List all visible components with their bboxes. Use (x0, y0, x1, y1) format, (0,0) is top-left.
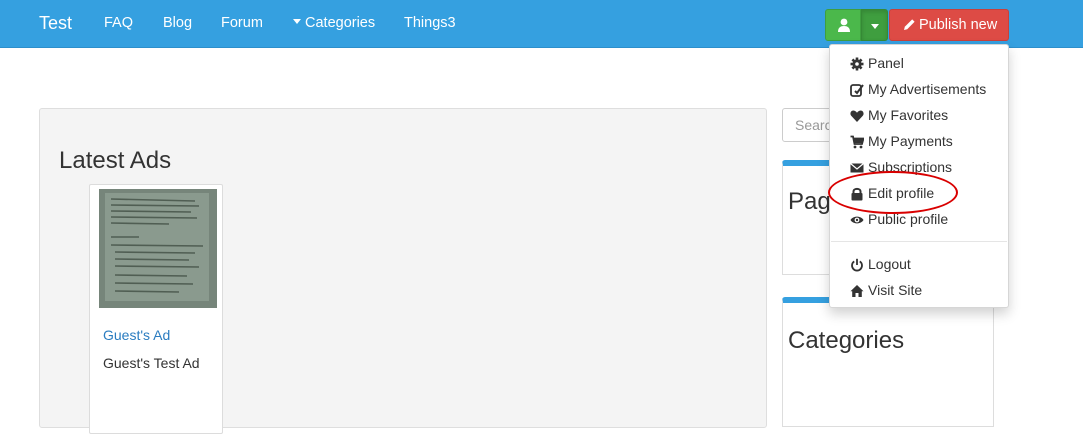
ad-title-link[interactable]: Guest's Ad (103, 327, 170, 343)
lock-icon (851, 187, 863, 201)
nav-link-faq[interactable]: FAQ (104, 15, 133, 31)
menu-item-my-payments-label: My Payments (868, 133, 953, 149)
categories-widget-title: Categories (788, 327, 905, 354)
menu-item-edit-profile[interactable]: Edit profile (850, 185, 934, 201)
nav-link-categories-label: Categories (305, 15, 376, 31)
latest-ads-heading: Latest Ads (59, 147, 172, 174)
pencil-icon (904, 19, 915, 30)
ad-thumbnail-image[interactable] (99, 189, 217, 308)
user-menu-toggle[interactable] (861, 9, 888, 41)
nav-link-categories[interactable]: Categories (293, 15, 375, 31)
caret-down-icon (293, 18, 301, 24)
gear-icon (850, 57, 864, 71)
heart-icon (850, 110, 864, 122)
menu-item-my-payments[interactable]: My Payments (850, 133, 953, 149)
menu-divider (831, 241, 1007, 242)
ad-description: Guest's Test Ad (103, 355, 200, 371)
user-icon (838, 18, 850, 32)
cart-icon (850, 135, 864, 149)
nav-link-forum[interactable]: Forum (221, 15, 263, 31)
menu-item-visit-site[interactable]: Visit Site (850, 282, 922, 298)
menu-item-public-profile[interactable]: Public profile (850, 211, 948, 227)
menu-item-my-advertisements-label: My Advertisements (868, 81, 987, 97)
menu-item-public-profile-label: Public profile (868, 211, 949, 227)
envelope-icon (850, 163, 864, 173)
menu-item-subscriptions-label: Subscriptions (868, 159, 953, 175)
publish-new-label: Publish new (919, 17, 998, 33)
menu-item-my-favorites-label: My Favorites (868, 107, 949, 123)
menu-item-panel[interactable]: Panel (850, 55, 904, 71)
categories-widget: Categories (782, 297, 994, 427)
menu-item-subscriptions[interactable]: Subscriptions (850, 159, 952, 175)
nav-link-things3[interactable]: Things3 (404, 15, 456, 31)
user-account-button[interactable] (825, 9, 861, 41)
nav-link-blog[interactable]: Blog (163, 15, 192, 31)
power-icon (851, 258, 863, 272)
pages-widget-title: Pag (788, 188, 831, 215)
menu-item-my-favorites[interactable]: My Favorites (850, 107, 948, 123)
user-dropdown-menu: Panel My Advertisements My Favorites My … (829, 44, 1009, 308)
menu-item-logout[interactable]: Logout (850, 256, 911, 272)
home-icon (850, 285, 864, 297)
edit-icon (850, 84, 864, 97)
menu-item-my-advertisements[interactable]: My Advertisements (850, 81, 986, 97)
site-brand[interactable]: Test (39, 13, 72, 34)
top-navbar: Test FAQ Blog Forum Categories Things3 P… (0, 0, 1083, 48)
caret-down-icon (871, 24, 879, 29)
publish-new-button[interactable]: Publish new (889, 9, 1009, 41)
eye-icon (850, 216, 864, 224)
